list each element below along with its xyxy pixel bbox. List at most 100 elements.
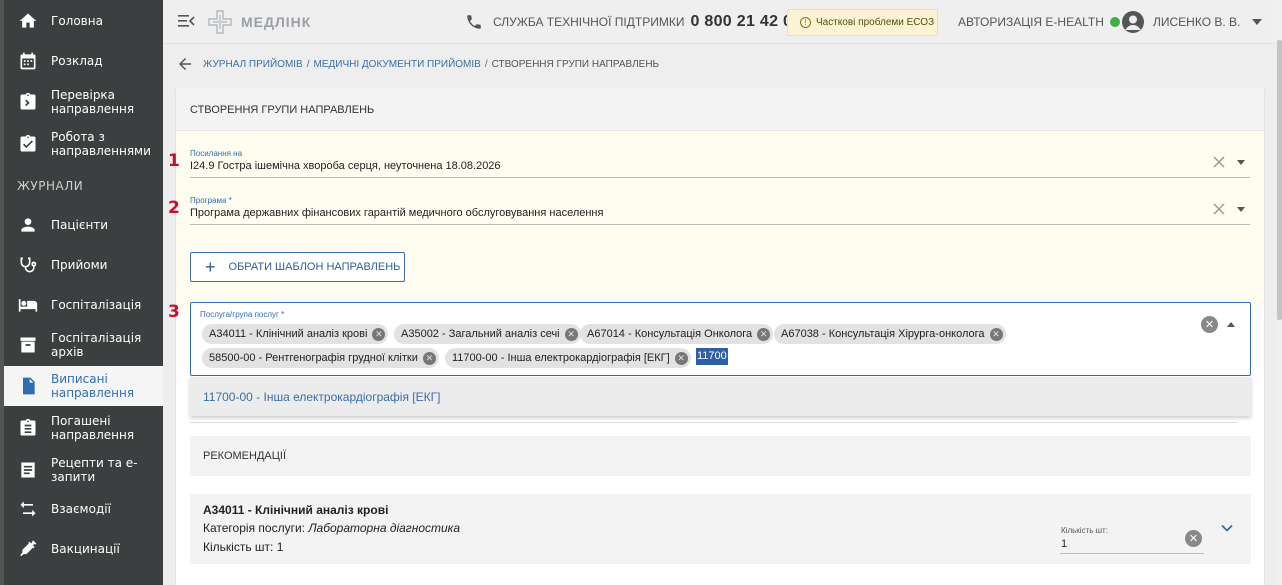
sidebar-item-label: Прийоми [51, 258, 108, 272]
ehealth-status-dot [1109, 17, 1120, 27]
sidebar-item-label: Пацієнти [51, 218, 109, 232]
chip-label: 11700-00 - Інша електрокардіографія [ЕКГ… [452, 352, 670, 364]
service-chip: А67038 - Консультація Хірурга-онколога ✕ [774, 324, 1006, 344]
reference-value: I24.9 Гостра ішемічна хвороба серця, неу… [190, 160, 501, 172]
sidebar-item-patients[interactable]: Пацієнти [4, 206, 163, 244]
sidebar-item-label: Взаємодії [51, 502, 111, 516]
breadcrumb-separator: / [484, 58, 488, 70]
sidebar-item-label: Рецепти та е-запити [51, 456, 138, 484]
swap-icon [18, 499, 38, 519]
chevron-down-icon[interactable] [1221, 522, 1233, 534]
program-label: Програма * [190, 196, 232, 205]
quantity-label: Кількість шт: [1061, 526, 1108, 535]
breadcrumb-link-appointments-journal[interactable]: ЖУРНАЛ ПРИЙОМІВ [203, 59, 303, 70]
ehealth-label: АВТОРИЗАЦІЯ E-HEALTH [958, 15, 1104, 29]
document-icon [18, 376, 38, 396]
reference-dropdown-caret-icon[interactable] [1237, 160, 1245, 165]
sidebar-item-check-referral[interactable]: Перевірка направлення [4, 82, 163, 122]
menu-collapse-icon[interactable] [177, 11, 197, 31]
stethoscope-icon [18, 255, 38, 275]
program-value: Програма державних фінансових гарантій м… [190, 207, 604, 219]
avatar [1122, 11, 1144, 33]
recommendations-title: РЕКОМЕНДАЦІЇ [203, 450, 286, 462]
form-title: СТВОРЕННЯ ГРУПИ НАПРАВЛЕНЬ [190, 104, 375, 116]
divider [190, 422, 1238, 423]
chip-label: 58500-00 - Рентгенографія грудної клітки [209, 352, 418, 364]
support-phone[interactable]: 0 800 21 42 00 [690, 13, 801, 31]
sidebar-item-prescriptions[interactable]: Рецепти та е-запити [4, 450, 163, 490]
sidebar-item-label: Погашені направлення [51, 414, 135, 442]
list-icon [18, 460, 38, 480]
sidebar-section-header: ЖУРНАЛИ [17, 179, 84, 193]
service-chip: А35002 - Загальний аналіз сечі ✕ [394, 324, 581, 344]
chip-label: А34011 - Клінічний аналіз крові [209, 328, 368, 340]
sidebar-item-hospitalization[interactable]: Госпіталізація [4, 286, 163, 324]
quantity-value: 1 [1061, 538, 1068, 550]
user-menu[interactable]: ЛИСЕНКО В. В. [1122, 0, 1263, 44]
sidebar-item-label: Розклад [51, 54, 103, 68]
clipboard-check-icon [18, 134, 38, 154]
clear-program-icon[interactable] [1212, 202, 1226, 216]
bed-icon [18, 295, 38, 315]
logo[interactable]: МЕДЛІНК [207, 9, 311, 35]
phone-icon [467, 15, 481, 29]
remove-chip-icon[interactable]: ✕ [372, 327, 386, 341]
plus-icon: + [205, 257, 216, 277]
clear-quantity-icon[interactable]: ✕ [1185, 530, 1202, 547]
sidebar-item-label: Госпіталізація [51, 298, 142, 312]
sidebar-item-schedule[interactable]: Розклад [4, 42, 163, 80]
ehealth-auth[interactable]: АВТОРИЗАЦІЯ E-HEALTH [958, 0, 1120, 44]
home-icon [18, 11, 38, 31]
sidebar-item-home[interactable]: Головна [4, 2, 163, 40]
remove-chip-icon[interactable]: ✕ [422, 351, 436, 365]
services-search-input[interactable]: 11700 [696, 348, 728, 365]
services-multiselect[interactable]: Послуга/група послуг * А34011 - Клінічни… [190, 302, 1251, 376]
recommendations-section-header[interactable]: РЕКОМЕНДАЦІЇ [190, 436, 1251, 476]
service-card-title: А34011 - Клінічний аналіз крові [203, 503, 389, 517]
sidebar-item-vaccinations[interactable]: Вакцинації [4, 530, 163, 568]
marker-2: 2 [168, 198, 180, 218]
sidebar-item-hospitalization-archive[interactable]: Госпіталізація архів [4, 326, 163, 364]
chevron-down-icon [1252, 19, 1263, 25]
remove-chip-icon[interactable]: ✕ [564, 327, 578, 341]
scrollbar-thumb[interactable] [1277, 40, 1282, 320]
category-label: Категорія послуги: [203, 521, 305, 535]
choose-template-button[interactable]: + ОБРАТИ ШАБЛОН НАПРАВЛЕНЬ [190, 252, 405, 282]
quantity-input[interactable]: Кількість шт: 1 [1060, 526, 1204, 554]
program-dropdown-caret-icon[interactable] [1237, 207, 1245, 212]
service-chip: 58500-00 - Рентгенографія грудної клітки… [202, 348, 439, 368]
service-chip: 11700-00 - Інша електрокардіографія [ЕКГ… [445, 348, 691, 368]
clear-services-icon[interactable]: ✕ [1201, 316, 1218, 333]
services-dropdown-option[interactable]: 11700-00 - Інша електрокардіографія [ЕКГ… [190, 377, 1251, 416]
top-bar: МЕДЛІНК СЛУЖБА ТЕХНІЧНОЇ ПІДТРИМКИ 0 800… [163, 0, 1279, 44]
remove-chip-icon[interactable]: ✕ [757, 327, 771, 341]
sidebar: Головна Розклад Перевірка направлення Ро… [0, 0, 163, 585]
program-field[interactable]: Програма * Програма державних фінансових… [190, 196, 1250, 225]
user-name: ЛИСЕНКО В. В. [1153, 15, 1241, 29]
person-icon [18, 215, 38, 235]
service-chip: А67014 - Консультація Онколога ✕ [580, 324, 774, 344]
warning-icon: ! [800, 17, 811, 28]
back-arrow-icon[interactable] [176, 55, 194, 73]
chevron-up-icon[interactable] [1227, 322, 1235, 327]
services-label: Послуга/група послуг * [200, 310, 285, 319]
sidebar-item-work-referrals[interactable]: Робота з направленнями [4, 124, 163, 164]
breadcrumb: ЖУРНАЛ ПРИЙОМІВ / МЕДИЧНІ ДОКУМЕНТИ ПРИЙ… [176, 54, 659, 74]
service-card-quantity-text: Кількість шт: 1 [203, 540, 284, 554]
category-value: Лабораторна діагностика [308, 521, 460, 535]
breadcrumb-link-medical-documents[interactable]: МЕДИЧНІ ДОКУМЕНТИ ПРИЙОМІВ [314, 59, 481, 70]
remove-chip-icon[interactable]: ✕ [674, 351, 688, 365]
chip-label: А67014 - Консультація Онколога [587, 328, 753, 340]
sidebar-item-label: Вакцинації [51, 542, 120, 556]
clear-reference-icon[interactable] [1212, 155, 1226, 169]
sidebar-item-issued-referrals[interactable]: Виписані направлення [4, 366, 163, 406]
sidebar-item-appointments[interactable]: Прийоми [4, 246, 163, 284]
chip-label: А67038 - Консультація Хірурга-онколога [781, 328, 985, 340]
sidebar-item-redeemed-referrals[interactable]: Погашені направлення [4, 408, 163, 448]
sidebar-item-label: Виписані направлення [51, 372, 135, 400]
remove-chip-icon[interactable]: ✕ [989, 327, 1003, 341]
reference-field[interactable]: Посилання на I24.9 Гостра ішемічна хворо… [190, 149, 1250, 178]
sidebar-item-interactions[interactable]: Взаємодії [4, 490, 163, 528]
ecoz-status-badge[interactable]: ! Часткові проблеми ЕСОЗ [787, 9, 938, 36]
service-card: А34011 - Клінічний аналіз крові Категорі… [190, 494, 1251, 564]
